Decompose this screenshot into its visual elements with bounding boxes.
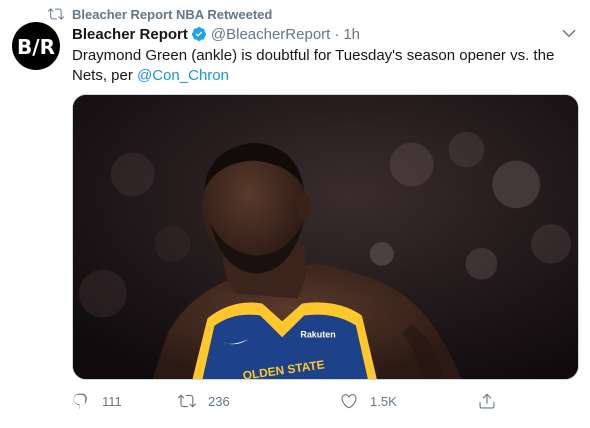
like-button[interactable]: 1.5K xyxy=(340,390,397,412)
author-name[interactable]: Bleacher Report xyxy=(72,26,188,43)
like-count: 1.5K xyxy=(370,393,397,409)
retweet-icon xyxy=(48,6,64,22)
retweet-count: 236 xyxy=(208,393,230,409)
tweet-header: Bleacher Report @BleacherReport · 1h xyxy=(72,24,360,44)
retweet-icon xyxy=(178,392,196,410)
reply-icon xyxy=(72,392,90,410)
mention-link[interactable]: @Con_Chron xyxy=(137,67,229,84)
retweet-context-label[interactable]: Bleacher Report NBA Retweeted xyxy=(72,7,272,22)
avatar-logo-text: B/R xyxy=(17,35,55,59)
avatar[interactable]: B/R xyxy=(12,22,60,70)
retweet-button[interactable]: 236 xyxy=(178,390,230,412)
player-photo: Rakuten OLDEN STATE xyxy=(73,95,578,379)
heart-icon xyxy=(340,392,358,410)
tweet-timestamp[interactable]: 1h xyxy=(343,26,360,43)
reply-button[interactable]: 111 xyxy=(72,390,122,412)
tweet-text: Draymond Green (ankle) is doubtful for T… xyxy=(72,46,572,86)
jersey-brand: Rakuten xyxy=(300,329,335,339)
header-separator: · xyxy=(334,25,340,43)
verified-badge-icon xyxy=(191,26,207,42)
share-icon xyxy=(478,392,496,410)
bleacher-report-logo: B/R xyxy=(17,35,55,59)
tweet-actions: 111 236 1.5K xyxy=(72,390,502,412)
tweet-media-image[interactable]: Rakuten OLDEN STATE xyxy=(72,94,579,380)
retweet-context: Bleacher Report NBA Retweeted xyxy=(48,6,272,22)
share-button[interactable] xyxy=(478,390,496,412)
chevron-down-icon[interactable] xyxy=(560,24,578,42)
reply-count: 111 xyxy=(102,393,122,409)
author-handle[interactable]: @BleacherReport xyxy=(211,26,330,43)
